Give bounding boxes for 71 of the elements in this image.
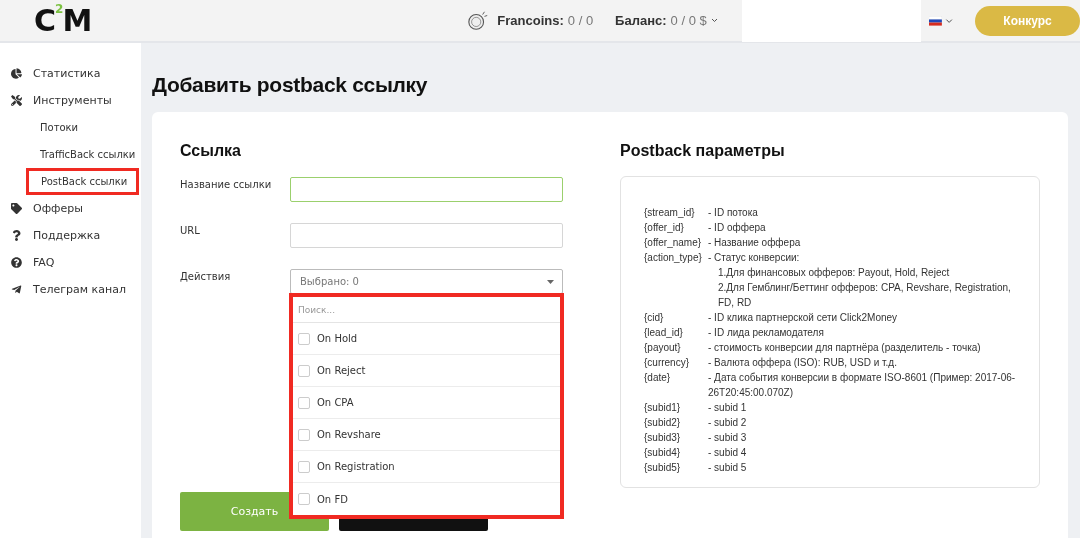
field-label: URL (180, 224, 201, 236)
param-name: {currency} (644, 356, 691, 370)
checkbox[interactable] (298, 332, 310, 345)
dropdown-option[interactable]: On CPA (293, 387, 560, 419)
param-description: - Название оффера (708, 236, 802, 250)
param-description: - subid 3 (708, 431, 748, 445)
checkbox[interactable] (298, 364, 310, 377)
sidebar-item[interactable]: Статистика (0, 60, 141, 87)
caret-icon (710, 18, 718, 23)
param-description: 2.Для Гемблинг/Беттинг офферов: CPA, Revshare, Registration, FD, RD (717, 281, 1012, 310)
paper-plane-icon (11, 284, 22, 295)
page-title: Добавить postback ссылку (152, 73, 429, 97)
param-description: - ID оффера (708, 221, 767, 235)
checkbox[interactable] (298, 493, 310, 505)
param-name: {subid5} (644, 461, 682, 475)
param-description: - Статус конверсии: (708, 251, 801, 265)
param-description: - Дата события конверсии в формате ISO-8601 (Пример: 2017-06-26T20:45:00.070Z) (708, 371, 1017, 400)
flag-icon[interactable] (929, 15, 942, 26)
sidebar-item[interactable]: Инструменты (0, 87, 141, 114)
param-description: 1.Для финансовых офферов: Payout, Hold, Reject (717, 266, 951, 280)
section-title: Ссылка (180, 142, 242, 160)
param-name: {action_type} (644, 251, 703, 265)
coin-icon (467, 9, 490, 32)
param-name: {lead_id} (644, 326, 684, 340)
pie-chart-icon (11, 68, 22, 79)
input-field[interactable] (290, 177, 563, 202)
dropdown-option[interactable]: On Revshare (293, 419, 560, 451)
sidebar-item[interactable]: FAQ (0, 249, 141, 276)
param-name: {offer_id} (644, 221, 685, 235)
param-description: - subid 5 (708, 461, 748, 475)
francoins-counter: Francoins: 0 / 0 (497, 13, 594, 28)
param-name: {date} (644, 371, 672, 385)
balance-dropdown[interactable]: Баланс: 0 / 0 $ (615, 13, 718, 28)
param-description: - subid 2 (708, 416, 748, 430)
param-name: {cid} (644, 311, 665, 325)
param-description: - ID потока (708, 206, 759, 220)
param-description: - subid 4 (708, 446, 748, 460)
field-label: Действия (180, 270, 232, 282)
sidebar-item[interactable]: Поддержка (0, 222, 141, 249)
section-title: Postback параметры (620, 142, 786, 160)
dropdown-option[interactable]: On Hold (293, 323, 560, 355)
param-name: {stream_id} (644, 206, 696, 220)
caret-icon[interactable] (944, 17, 954, 24)
checkbox[interactable] (298, 460, 310, 473)
param-name: {subid3} (644, 431, 682, 445)
sidebar-subitem[interactable]: TrafficBack ссылки (40, 141, 141, 168)
tag-icon (11, 203, 22, 214)
checkbox[interactable] (298, 396, 310, 409)
param-description: - стоимость конверсии для партнёра (разделитель - точка) (708, 341, 982, 355)
param-name: {subid4} (644, 446, 682, 460)
input-field[interactable] (290, 223, 563, 248)
sidebar-subitem[interactable]: Потоки (40, 114, 141, 141)
param-name: {offer_name} (644, 236, 703, 250)
caret-icon (547, 279, 554, 284)
tools-icon (11, 95, 22, 106)
dropdown-option[interactable]: On Registration (293, 451, 560, 483)
param-description: - ID лида рекламодателя (708, 326, 825, 340)
param-name: {subid2} (644, 416, 682, 430)
param-description: - subid 1 (708, 401, 748, 415)
dropdown-option[interactable]: On Reject (293, 355, 560, 387)
checkbox[interactable] (298, 428, 310, 441)
param-description: - Валюта оффера (ISO): RUB, USD и т.д. (708, 356, 898, 370)
param-name: {subid1} (644, 401, 682, 415)
sidebar-subitem[interactable]: PostBack ссылки (26, 168, 139, 195)
sidebar-item[interactable]: Телеграм канал (0, 276, 141, 303)
actions-select[interactable]: Выбрано: 0 (290, 269, 563, 294)
question-icon (11, 230, 22, 241)
param-description: - ID клика партнерской сети Click2Money (708, 311, 899, 325)
field-label: Название ссылки (180, 178, 273, 190)
param-name: {payout} (644, 341, 682, 355)
sidebar-item[interactable]: Офферы (0, 195, 141, 222)
